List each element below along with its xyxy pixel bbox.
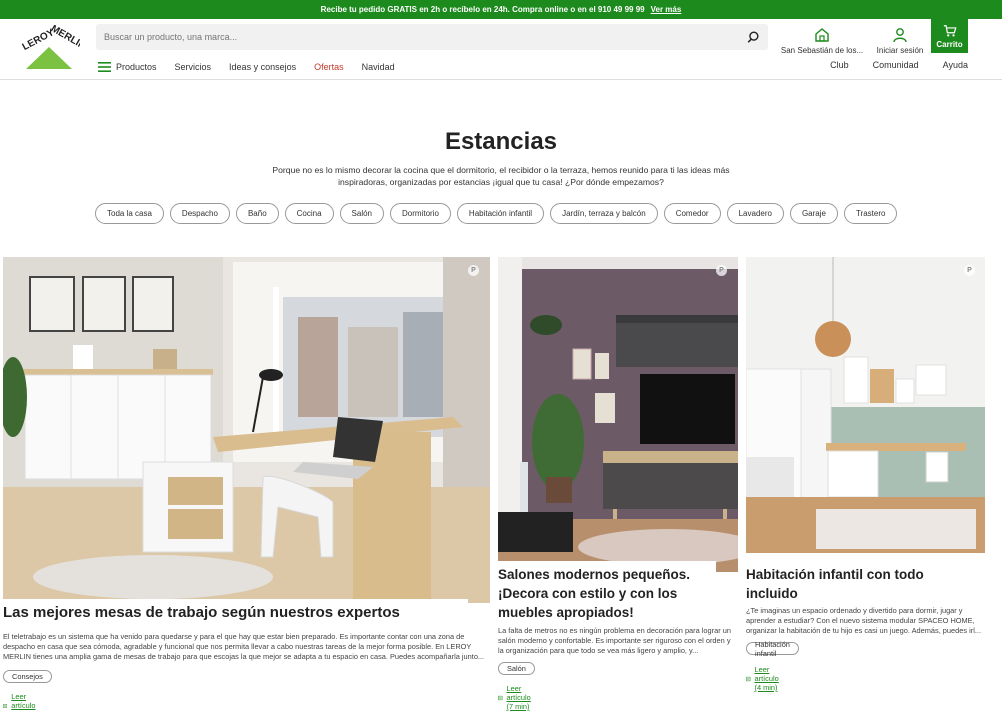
nav-label-productos: Productos [116,62,157,72]
read-article-link[interactable]: Leer artículo (10 min) [3,692,41,711]
cart-icon [943,24,956,37]
article-title[interactable]: Salones modernos pequeños. ¡Decora con e… [498,561,716,624]
promo-text: Recibe tu pedido GRATIS en 2h o recíbelo… [320,5,645,14]
main-nav: Productos Servicios Ideas y consejos Ofe… [98,60,413,74]
room-filter-chips: Toda la casa Despacho Baño Cocina Salón … [95,203,903,224]
site-header: LEROY MERLIN San Sebastián de los... Ini… [0,19,1002,80]
book-icon [3,703,8,708]
read-article-label: Leer artículo (7 min) [506,684,531,711]
read-article-link[interactable]: Leer artículo (4 min) [746,665,784,692]
chip-bano[interactable]: Baño [235,203,279,224]
read-article-link[interactable]: Leer artículo (7 min) [498,684,536,711]
article-description: El teletrabajo es un sistema que ha veni… [3,632,485,661]
nav-item-club[interactable]: Club [830,60,849,74]
nav-item-productos[interactable]: Productos [98,62,157,72]
article-image-salon[interactable]: P [498,257,738,572]
search-input[interactable] [104,32,746,42]
nav-item-ayuda[interactable]: Ayuda [943,60,968,74]
chip-garaje[interactable]: Garaje [789,203,838,224]
article-image-despacho[interactable]: P [3,257,490,603]
nav-item-navidad[interactable]: Navidad [362,62,395,72]
nav-item-comunidad[interactable]: Comunidad [873,60,919,74]
read-article-label: Leer artículo (4 min) [754,665,779,692]
nav-item-ofertas[interactable]: Ofertas [314,62,344,72]
article-title[interactable]: Habitación infantil con todo incluido [746,561,964,605]
nav-item-ideas[interactable]: Ideas y consejos [229,62,296,72]
article-description: La falta de metros no es ningún problema… [498,626,731,655]
promo-more-link[interactable]: Ver más [651,5,682,14]
chip-jardin-terraza[interactable]: Jardín, terraza y balcón [550,203,658,224]
login-button[interactable]: Iniciar sesión [870,23,930,55]
store-label: San Sebastián de los... [780,46,864,55]
pinterest-icon[interactable]: P [716,265,727,276]
cart-label: Carrito [936,39,963,49]
chip-despacho[interactable]: Despacho [169,203,230,224]
chip-toda-la-casa[interactable]: Toda la casa [95,203,164,224]
cart-button[interactable]: Carrito [931,19,968,53]
menu-icon [98,62,111,72]
search-icon[interactable] [746,30,760,44]
article-tag[interactable]: Salón [498,662,535,675]
article-description: ¿Te imaginas un espacio ordenado y diver… [746,606,982,635]
pinterest-icon[interactable]: P [468,265,479,276]
article-title[interactable]: Las mejores mesas de trabajo según nuest… [0,599,468,624]
chip-habitacion-infantil[interactable]: Habitación infantil [456,203,545,224]
search-bar [96,24,768,50]
pinterest-icon[interactable]: P [964,265,975,276]
page-title: Estancias [444,128,558,155]
chip-cocina[interactable]: Cocina [284,203,334,224]
chip-lavadero[interactable]: Lavadero [726,203,784,224]
store-selector-button[interactable]: San Sebastián de los... [780,23,864,55]
book-icon [498,695,503,700]
book-icon [746,676,751,681]
login-label: Iniciar sesión [876,46,924,55]
read-article-label: Leer artículo (10 min) [11,692,38,711]
nav-item-servicios[interactable]: Servicios [175,62,212,72]
article-tag[interactable]: Consejos [3,670,52,683]
chip-dormitorio[interactable]: Dormitorio [390,203,451,224]
article-image-infantil[interactable]: P [746,257,985,553]
secondary-nav: Club Comunidad Ayuda [806,60,968,74]
user-icon [893,28,907,43]
store-icon [815,28,829,42]
chip-comedor[interactable]: Comedor [663,203,721,224]
chip-trastero[interactable]: Trastero [843,203,898,224]
article-tag[interactable]: Habitación infantil [746,640,799,658]
chip-salon[interactable]: Salón [339,203,385,224]
leroy-merlin-logo[interactable]: LEROY MERLIN [18,23,88,73]
logo-text-merlin: MERLIN [49,25,80,52]
promo-bar: Recibe tu pedido GRATIS en 2h o recíbelo… [0,0,1002,19]
page-subtitle: Porque no es lo mismo decorar la cocina … [272,165,730,187]
